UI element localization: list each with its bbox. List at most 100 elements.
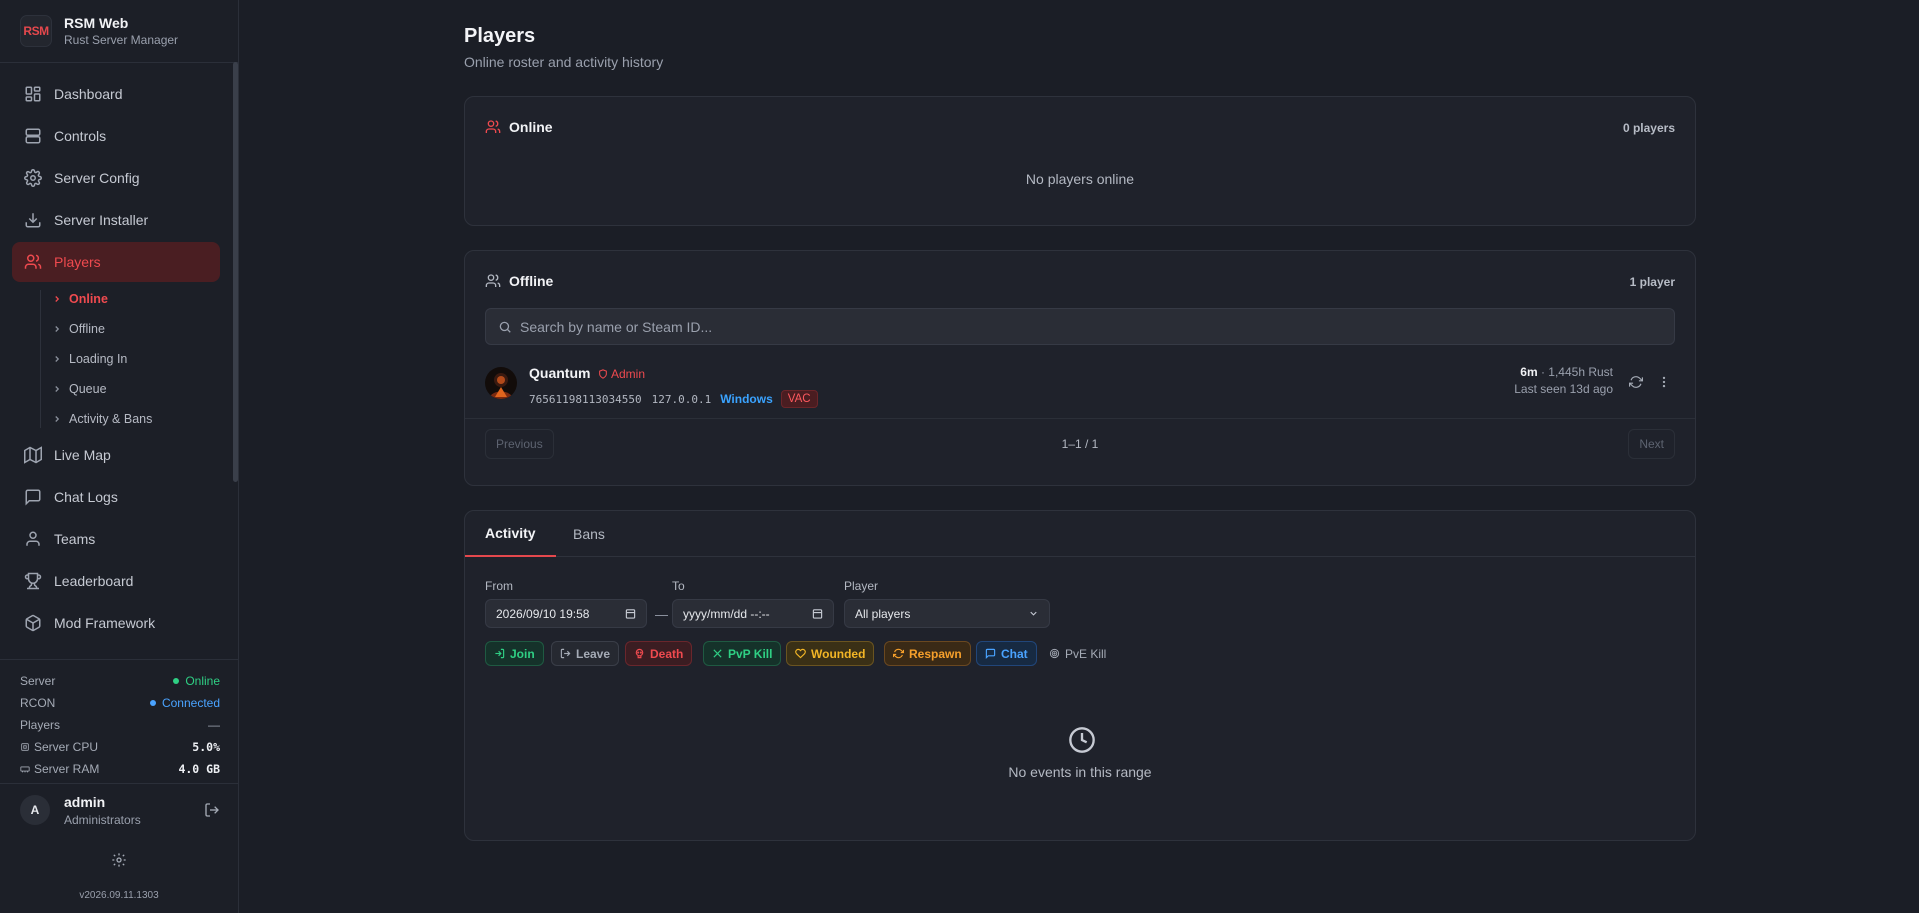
refresh-icon[interactable] [1629, 375, 1643, 389]
nav-item-teams[interactable]: Teams [12, 519, 220, 559]
brand[interactable]: RSM RSM Web Rust Server Manager [20, 13, 178, 49]
nav-item-chat-logs[interactable]: Chat Logs [12, 477, 220, 517]
admin-badge: Admin [598, 367, 645, 381]
nav-label: Teams [54, 531, 96, 547]
nav-item-dashboard[interactable]: Dashboard [12, 74, 220, 114]
users-icon [24, 254, 42, 269]
nav-item-controls[interactable]: Controls [12, 116, 220, 156]
cpu-icon [21, 743, 29, 751]
box-icon [25, 614, 41, 632]
nav-label: Controls [54, 128, 107, 144]
version: v2026.09.11.1303 [79, 890, 159, 901]
settings-gear-icon[interactable] [111, 852, 127, 868]
divider [0, 62, 238, 63]
sidebar-scrollbar[interactable] [233, 62, 238, 482]
dashboard-icon [25, 86, 41, 102]
team-icon [26, 531, 40, 546]
filter-pvp-kill[interactable]: PvP Kill [703, 641, 782, 666]
no-events-message: No events in this range [1008, 764, 1152, 780]
status-dot [149, 700, 156, 706]
date-separator: — [655, 607, 668, 622]
activity-tabs: Activity Bans [465, 511, 1695, 557]
status-panel: Server Online RCON Connected Players — S… [20, 670, 220, 780]
search-icon [499, 321, 511, 333]
filter-join[interactable]: Join [485, 641, 544, 666]
subnav-item-queue[interactable]: Queue [52, 379, 107, 399]
offline-count: 1 player [1629, 275, 1675, 289]
player-playtime: 6m · 1,445h Rust [1520, 365, 1613, 379]
filter-respawn[interactable]: Respawn [884, 641, 971, 666]
from-date-input[interactable]: 2026/09/10 19:58 [485, 599, 647, 628]
clock-icon [1069, 727, 1095, 753]
trophy-icon [24, 572, 42, 590]
nav-item-server-installer[interactable]: Server Installer [12, 200, 220, 240]
player-name[interactable]: Quantum [529, 365, 590, 381]
online-card-header: Online [485, 119, 553, 135]
filter-death[interactable]: Death [625, 641, 693, 666]
player-filter-select[interactable]: All players [844, 599, 1050, 628]
filter-chat[interactable]: Chat [976, 641, 1037, 666]
tab-activity[interactable]: Activity [465, 511, 556, 557]
online-title: Online [509, 119, 553, 135]
subnav-label: Queue [69, 382, 107, 396]
player-search[interactable] [485, 308, 1675, 345]
offline-card-header: Offline [485, 273, 553, 289]
subnav-label: Offline [69, 322, 105, 336]
users-icon [485, 120, 501, 133]
calendar-icon[interactable] [625, 608, 636, 619]
logout-icon[interactable] [204, 802, 220, 818]
nav-item-server-config[interactable]: Server Config [12, 158, 220, 198]
login-icon [495, 648, 505, 659]
more-vertical-icon[interactable] [1657, 375, 1671, 389]
status-server: Server Online [20, 674, 220, 688]
subnav-line [40, 290, 41, 428]
to-date-input[interactable]: yyyy/mm/dd --:-- [672, 599, 834, 628]
brand-subtitle: Rust Server Manager [64, 33, 179, 47]
brand-logo: RSM [20, 15, 52, 47]
avatar[interactable]: A [20, 795, 50, 825]
refresh-icon [893, 648, 904, 659]
online-count: 0 players [1622, 121, 1675, 135]
next-button[interactable]: Next [1628, 429, 1675, 459]
heart-icon [795, 648, 806, 659]
chevron-right-icon [55, 356, 60, 362]
chevron-right-icon [55, 416, 60, 422]
nav-item-mod-framework[interactable]: Mod Framework [12, 603, 220, 643]
subnav-item-activity-bans[interactable]: Activity & Bans [52, 409, 152, 429]
status-players: Players — [20, 718, 220, 732]
nav-item-players[interactable]: Players [12, 242, 220, 282]
search-input[interactable] [520, 318, 1674, 335]
memory-icon [20, 766, 30, 773]
calendar-icon[interactable] [812, 608, 823, 619]
brand-name: RSM Web [64, 15, 129, 31]
filter-pve-kill[interactable]: PvE Kill [1040, 641, 1115, 666]
map-icon [24, 446, 42, 464]
download-icon [25, 213, 41, 228]
chat-icon [985, 648, 996, 659]
skull-icon [635, 648, 644, 659]
server-icon [25, 128, 41, 144]
vac-badge: VAC [780, 390, 818, 408]
nav-item-live-map[interactable]: Live Map [12, 435, 220, 475]
filter-leave[interactable]: Leave [551, 641, 620, 666]
user-role: Administrators [64, 812, 141, 827]
from-label: From [485, 579, 513, 593]
gear-icon [24, 169, 42, 187]
player-avatar [485, 367, 517, 399]
subnav-item-loading-in[interactable]: Loading In [52, 349, 127, 369]
offline-card: Offline 1 player Quantum Admin 765611981… [464, 250, 1696, 486]
player-row[interactable]: Quantum Admin 76561198113034550 127.0.0.… [465, 365, 1695, 419]
nav-item-leaderboard[interactable]: Leaderboard [12, 561, 220, 601]
subnav-item-online[interactable]: Online [52, 289, 108, 309]
player-filter-label: Player [844, 579, 879, 593]
nav-label: Live Map [54, 447, 111, 463]
target-icon [1049, 648, 1060, 659]
subnav-item-offline[interactable]: Offline [52, 319, 105, 339]
tab-bans[interactable]: Bans [573, 511, 605, 557]
swords-icon [713, 649, 722, 658]
status-ram: Server RAM 4.0 GB [20, 758, 220, 780]
users-icon [485, 274, 501, 287]
filter-wounded[interactable]: Wounded [786, 641, 875, 666]
sidebar: RSM RSM Web Rust Server Manager Dashboar… [0, 0, 239, 913]
subnav-label: Activity & Bans [69, 412, 153, 426]
